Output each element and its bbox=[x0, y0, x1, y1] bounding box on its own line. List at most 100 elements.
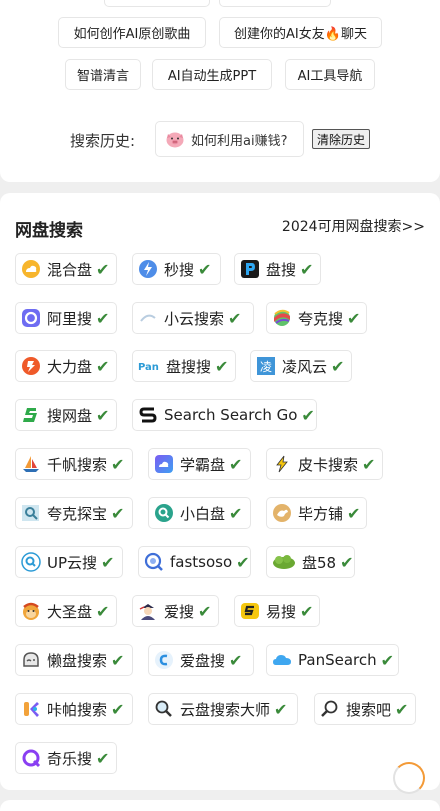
engine-name: 小云搜索 bbox=[164, 309, 225, 328]
engine-chip[interactable]: 千帆搜索 ✔ bbox=[15, 448, 133, 480]
check-icon: ✔ bbox=[347, 308, 361, 328]
check-icon: ✔ bbox=[229, 503, 243, 523]
hot-topic-chip[interactable]: 智谱清言 bbox=[65, 59, 141, 90]
p-logo-icon bbox=[240, 259, 260, 279]
engine-chip[interactable]: 奇乐搜 ✔ bbox=[15, 742, 117, 774]
engine-chip[interactable]: 夸克探宝 ✔ bbox=[15, 497, 133, 529]
check-icon: ✔ bbox=[331, 356, 345, 376]
q-logo-icon bbox=[21, 748, 41, 768]
engine-name: Search Search Go bbox=[164, 406, 298, 424]
engine-chip[interactable]: 盘58 ✔ bbox=[266, 546, 355, 578]
check-icon: ✔ bbox=[236, 552, 250, 572]
ling-icon: 凌 bbox=[256, 356, 276, 376]
arc-icon bbox=[138, 308, 158, 328]
engine-name: 皮卡搜索 bbox=[298, 455, 359, 474]
engine-chip[interactable]: 阿里搜 ✔ bbox=[15, 302, 117, 334]
engine-chip[interactable]: 皮卡搜索 ✔ bbox=[266, 448, 383, 480]
check-icon: ✔ bbox=[111, 699, 125, 719]
blue-c-icon bbox=[154, 650, 174, 670]
engine-chip[interactable]: UP云搜 ✔ bbox=[15, 546, 123, 578]
engine-chip[interactable]: 云盘搜索大师 ✔ bbox=[148, 693, 298, 725]
engine-name: 易搜 bbox=[266, 602, 297, 621]
check-icon: ✔ bbox=[228, 308, 242, 328]
hot-topic-chip[interactable]: 创建你的AI女友🔥聊天 bbox=[219, 17, 382, 48]
magnifier-box-icon bbox=[21, 503, 41, 523]
engine-chip[interactable]: 易搜 ✔ bbox=[234, 595, 320, 627]
blue-cloud-icon bbox=[272, 650, 292, 670]
engine-chip[interactable]: 大力盘 ✔ bbox=[15, 350, 117, 382]
check-icon: ✔ bbox=[198, 601, 212, 621]
check-icon: ✔ bbox=[395, 699, 409, 719]
engine-chip[interactable]: 学霸盘 ✔ bbox=[148, 448, 251, 480]
up-magnifier-icon bbox=[21, 552, 41, 572]
hot-topic-chip[interactable]: 如何创作AI原创歌曲 bbox=[58, 17, 206, 48]
engine-chip[interactable]: 毕方铺 ✔ bbox=[266, 497, 367, 529]
dali-icon bbox=[21, 356, 41, 376]
check-icon: ✔ bbox=[111, 454, 125, 474]
check-icon: ✔ bbox=[301, 405, 315, 425]
engine-chip[interactable]: Search Search Go ✔ bbox=[132, 399, 317, 431]
engine-chip[interactable]: 大圣盘 ✔ bbox=[15, 595, 117, 627]
engine-name: 爱搜 bbox=[164, 602, 195, 621]
check-icon: ✔ bbox=[101, 552, 115, 572]
engine-name: 学霸盘 bbox=[180, 455, 226, 474]
engine-name: 毕方铺 bbox=[298, 504, 344, 523]
clear-history-button[interactable]: 清除历史 bbox=[312, 129, 370, 149]
cloud-gradient-icon bbox=[154, 454, 174, 474]
hot-topic-chip-partial[interactable] bbox=[219, 0, 331, 7]
check-icon: ✔ bbox=[347, 503, 361, 523]
engine-name: 搜索吧 bbox=[346, 700, 392, 719]
search-icon bbox=[154, 699, 174, 719]
engine-name: 千帆搜索 bbox=[47, 455, 108, 474]
engine-chip[interactable]: 凌 凌风云 ✔ bbox=[250, 350, 352, 382]
pika-icon bbox=[272, 454, 292, 474]
engine-chip[interactable]: 爱搜 ✔ bbox=[132, 595, 219, 627]
cloud-icon bbox=[21, 259, 41, 279]
check-icon: ✔ bbox=[96, 748, 110, 768]
engine-chip[interactable]: Pan 盘搜搜 ✔ bbox=[132, 350, 236, 382]
check-icon: ✔ bbox=[96, 601, 110, 621]
engine-chip[interactable]: 混合盘 ✔ bbox=[15, 253, 117, 285]
check-icon: ✔ bbox=[198, 259, 212, 279]
engine-name: 盘58 bbox=[302, 553, 337, 572]
engine-chip[interactable]: PanSearch ✔ bbox=[266, 644, 399, 676]
engine-name: 大圣盘 bbox=[47, 602, 93, 621]
hot-topic-chip[interactable]: AI工具导航 bbox=[285, 59, 375, 90]
engine-chip[interactable]: 小白盘 ✔ bbox=[148, 497, 251, 529]
sailboat-icon bbox=[21, 454, 41, 474]
engine-name: 阿里搜 bbox=[47, 309, 93, 328]
more-netdisk-link[interactable]: 2024可用网盘搜索>> bbox=[282, 216, 425, 236]
engine-chip[interactable]: 盘搜 ✔ bbox=[234, 253, 321, 285]
engine-name: PanSearch bbox=[298, 651, 377, 669]
engine-chip[interactable]: fastsoso ✔ bbox=[138, 546, 251, 578]
engine-chip[interactable]: 咔帕搜索 ✔ bbox=[15, 693, 133, 725]
check-icon: ✔ bbox=[300, 259, 314, 279]
engine-name: 夸克探宝 bbox=[47, 504, 108, 523]
hot-topic-chip[interactable]: AI自动生成PPT bbox=[152, 59, 272, 90]
bird-icon bbox=[272, 503, 292, 523]
check-icon: ✔ bbox=[96, 259, 110, 279]
engine-chip[interactable]: 搜索吧 ✔ bbox=[314, 693, 416, 725]
history-item[interactable]: 如何利用ai赚钱? bbox=[155, 121, 304, 157]
engine-name: 懒盘搜索 bbox=[47, 651, 108, 670]
engine-chip[interactable]: 夸克搜 ✔ bbox=[266, 302, 367, 334]
engine-name: 奇乐搜 bbox=[47, 749, 93, 768]
engine-name: 咔帕搜索 bbox=[47, 700, 108, 719]
svg-text:Pan: Pan bbox=[138, 362, 159, 373]
hot-topic-chip-partial[interactable] bbox=[104, 0, 210, 7]
yellow-s-icon bbox=[240, 601, 260, 621]
pig-icon bbox=[165, 131, 185, 148]
engine-name: 夸克搜 bbox=[298, 309, 344, 328]
engine-name: 搜网盘 bbox=[47, 406, 93, 425]
check-icon: ✔ bbox=[229, 650, 243, 670]
engine-name: 盘搜搜 bbox=[166, 357, 212, 376]
engine-chip[interactable]: 秒搜 ✔ bbox=[132, 253, 221, 285]
engine-chip[interactable]: 小云搜索 ✔ bbox=[132, 302, 254, 334]
check-icon: ✔ bbox=[111, 503, 125, 523]
engine-chip[interactable]: 搜网盘 ✔ bbox=[15, 399, 117, 431]
engine-chip[interactable]: 懒盘搜索 ✔ bbox=[15, 644, 133, 676]
history-item-text: 如何利用ai赚钱? bbox=[191, 133, 288, 149]
engine-name: 凌风云 bbox=[282, 357, 328, 376]
engine-chip[interactable]: 爱盘搜 ✔ bbox=[148, 644, 254, 676]
colorful-ball-icon bbox=[272, 308, 292, 328]
